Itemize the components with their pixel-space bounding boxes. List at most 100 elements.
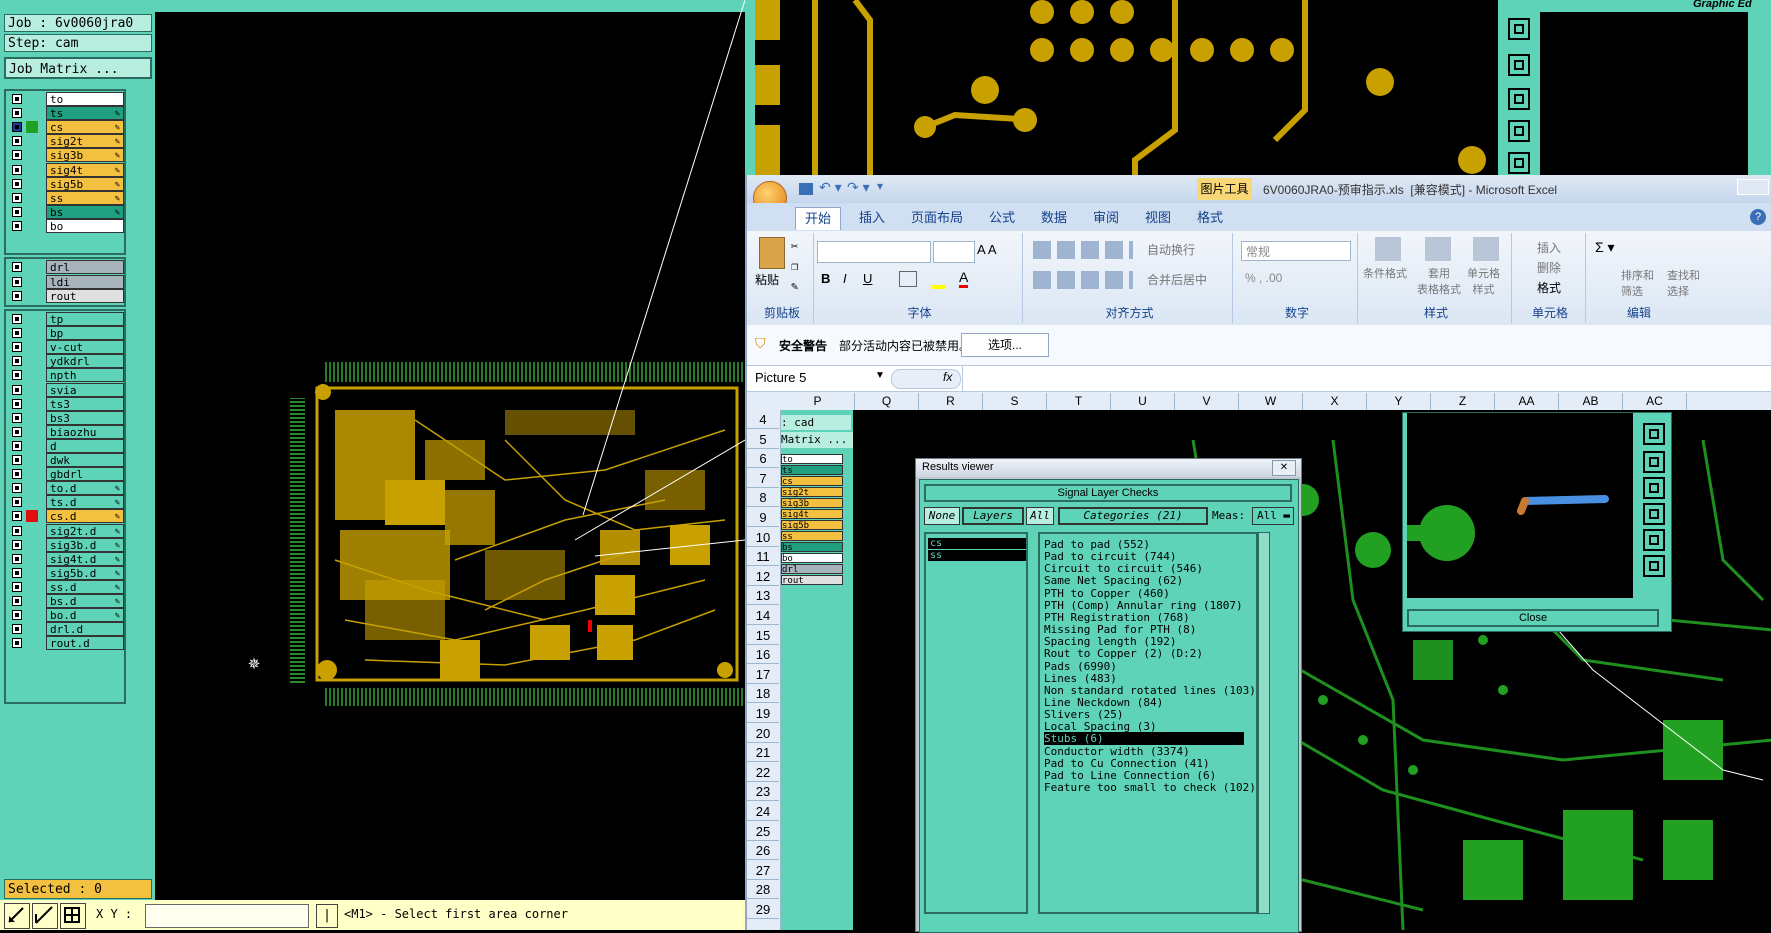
layer-name[interactable]: rout.d: [46, 636, 124, 651]
row-header[interactable]: 10: [747, 528, 779, 547]
layer-row[interactable]: sig2t.d ✎: [8, 523, 124, 538]
layer-name[interactable]: drl.d: [46, 622, 124, 637]
layer-checkbox[interactable]: [12, 276, 22, 287]
row-header[interactable]: 24: [747, 802, 779, 821]
italic-icon[interactable]: I: [843, 271, 847, 286]
layer-name[interactable]: dwk: [46, 453, 124, 467]
layer-row[interactable]: bo: [8, 218, 124, 233]
layer-selector[interactable]: [26, 369, 38, 381]
column-header[interactable]: Z: [1431, 393, 1495, 410]
tab-format[interactable]: 格式: [1185, 207, 1235, 229]
layer-name[interactable]: sig4t ✎: [46, 162, 124, 177]
zoom-canvas[interactable]: [1407, 413, 1633, 598]
layer-name[interactable]: bo: [46, 218, 124, 233]
grid-icon[interactable]: [60, 903, 86, 929]
layer-selector[interactable]: [26, 567, 38, 579]
layer-checkbox[interactable]: [12, 314, 22, 324]
cam-graphic-area[interactable]: ✵: [155, 0, 885, 900]
zoom-fit-icon[interactable]: [1643, 529, 1665, 551]
layer-checkbox[interactable]: [12, 553, 22, 564]
row-header[interactable]: 20: [747, 724, 779, 743]
cond-format-icon[interactable]: [1375, 237, 1401, 261]
column-header[interactable]: Q: [855, 393, 919, 410]
layer-selector[interactable]: [26, 341, 38, 353]
layer-name[interactable]: v-cut: [46, 340, 124, 355]
result-category-item[interactable]: Pad to pad (552): [1044, 538, 1244, 551]
layer-checkbox[interactable]: [12, 426, 22, 437]
layer-selector[interactable]: [26, 440, 38, 452]
column-header[interactable]: U: [1111, 393, 1175, 410]
layer-checkbox[interactable]: [12, 567, 22, 578]
layer-selector[interactable]: [26, 384, 38, 396]
layer-checkbox[interactable]: [12, 610, 22, 621]
result-category-item[interactable]: Feature too small to check (102): [1044, 781, 1256, 794]
row-header[interactable]: 15: [747, 626, 779, 645]
layer-selector[interactable]: [26, 595, 38, 607]
meas-select[interactable]: All ▬: [1252, 507, 1294, 525]
result-category-item[interactable]: Local Spacing (3): [1044, 720, 1244, 733]
layer-checkbox[interactable]: [12, 624, 22, 635]
copy-icon[interactable]: ❐: [791, 259, 798, 273]
layer-name[interactable]: biaozhu: [46, 424, 124, 439]
result-category-item[interactable]: Spacing length (192): [1044, 635, 1244, 648]
column-header[interactable]: V: [1175, 393, 1239, 410]
result-category-item[interactable]: Line Neckdown (84): [1044, 696, 1244, 709]
minimize-icon[interactable]: [1737, 179, 1769, 195]
result-category-item[interactable]: Pads (6990): [1044, 660, 1244, 673]
sort-filter-button[interactable]: 排序和 筛选: [1621, 267, 1654, 299]
layer-row[interactable]: bs ✎: [8, 204, 124, 219]
layer-row[interactable]: svia: [8, 382, 124, 397]
layer-selector[interactable]: [26, 107, 38, 119]
layer-checkbox[interactable]: [12, 469, 22, 480]
row-header[interactable]: 29: [747, 900, 779, 919]
results-category-list[interactable]: Pad to pad (552) Pad to circuit (744) Circ…: [1038, 532, 1258, 914]
formula-input[interactable]: [962, 366, 1771, 391]
help-icon[interactable]: ?: [1750, 209, 1766, 225]
bold-icon[interactable]: B: [821, 271, 830, 286]
layer-name[interactable]: cs.d ✎: [46, 509, 124, 524]
cell-style-icon[interactable]: [1473, 237, 1499, 261]
layer-selector[interactable]: [26, 468, 38, 480]
layer-checkbox[interactable]: [12, 94, 22, 104]
layer-row[interactable]: sig3b.d ✎: [8, 537, 124, 552]
layer-name[interactable]: to: [46, 92, 124, 106]
underline-icon[interactable]: U: [863, 271, 872, 286]
layer-row[interactable]: sig2t ✎: [8, 134, 124, 149]
layer-name[interactable]: bs ✎: [46, 204, 124, 219]
layer-selector[interactable]: [26, 220, 38, 232]
table-format-icon[interactable]: [1425, 237, 1451, 261]
row-header[interactable]: 11: [747, 547, 779, 567]
layer-checkbox[interactable]: [12, 192, 22, 203]
layer-selector[interactable]: [26, 581, 38, 593]
table-format-button[interactable]: 套用 表格格式: [1417, 265, 1461, 297]
layer-checkbox[interactable]: [12, 511, 22, 522]
layer-row[interactable]: drl: [8, 260, 124, 274]
categories-button[interactable]: Categories (21): [1058, 507, 1208, 525]
layer-selector[interactable]: [26, 609, 38, 621]
layer-name[interactable]: gbdrl: [46, 467, 124, 482]
layer-row[interactable]: ydkdrl: [8, 354, 124, 369]
layer-selector[interactable]: [26, 510, 38, 523]
result-layer-item[interactable]: cs: [928, 538, 1026, 549]
zoom-out-icon[interactable]: [1508, 54, 1530, 76]
result-category-item[interactable]: PTH Registration (768): [1044, 611, 1244, 624]
column-header[interactable]: P: [781, 393, 855, 410]
result-category-item[interactable]: Stubs (6): [1044, 732, 1244, 746]
layer-name[interactable]: ts3: [46, 396, 124, 411]
close-button[interactable]: Close: [1407, 609, 1659, 627]
zoom-home-icon[interactable]: [1508, 120, 1530, 142]
measure-icon[interactable]: [4, 903, 30, 929]
name-box[interactable]: Picture 5: [751, 369, 887, 387]
result-category-item[interactable]: Lines (483): [1044, 672, 1244, 685]
layer-selector[interactable]: [26, 192, 38, 204]
layer-checkbox[interactable]: [12, 440, 22, 451]
row-header[interactable]: 22: [747, 763, 779, 782]
find-select-button[interactable]: 查找和 选择: [1667, 267, 1700, 299]
layer-selector[interactable]: [26, 426, 38, 438]
result-category-item[interactable]: Pad to circuit (744): [1044, 550, 1244, 563]
column-header[interactable]: S: [983, 393, 1047, 410]
layer-row[interactable]: gbdrl: [8, 467, 124, 482]
zoom-area-icon[interactable]: [1643, 477, 1665, 499]
layer-selector[interactable]: [26, 313, 38, 325]
row-header[interactable]: 28: [747, 880, 779, 900]
